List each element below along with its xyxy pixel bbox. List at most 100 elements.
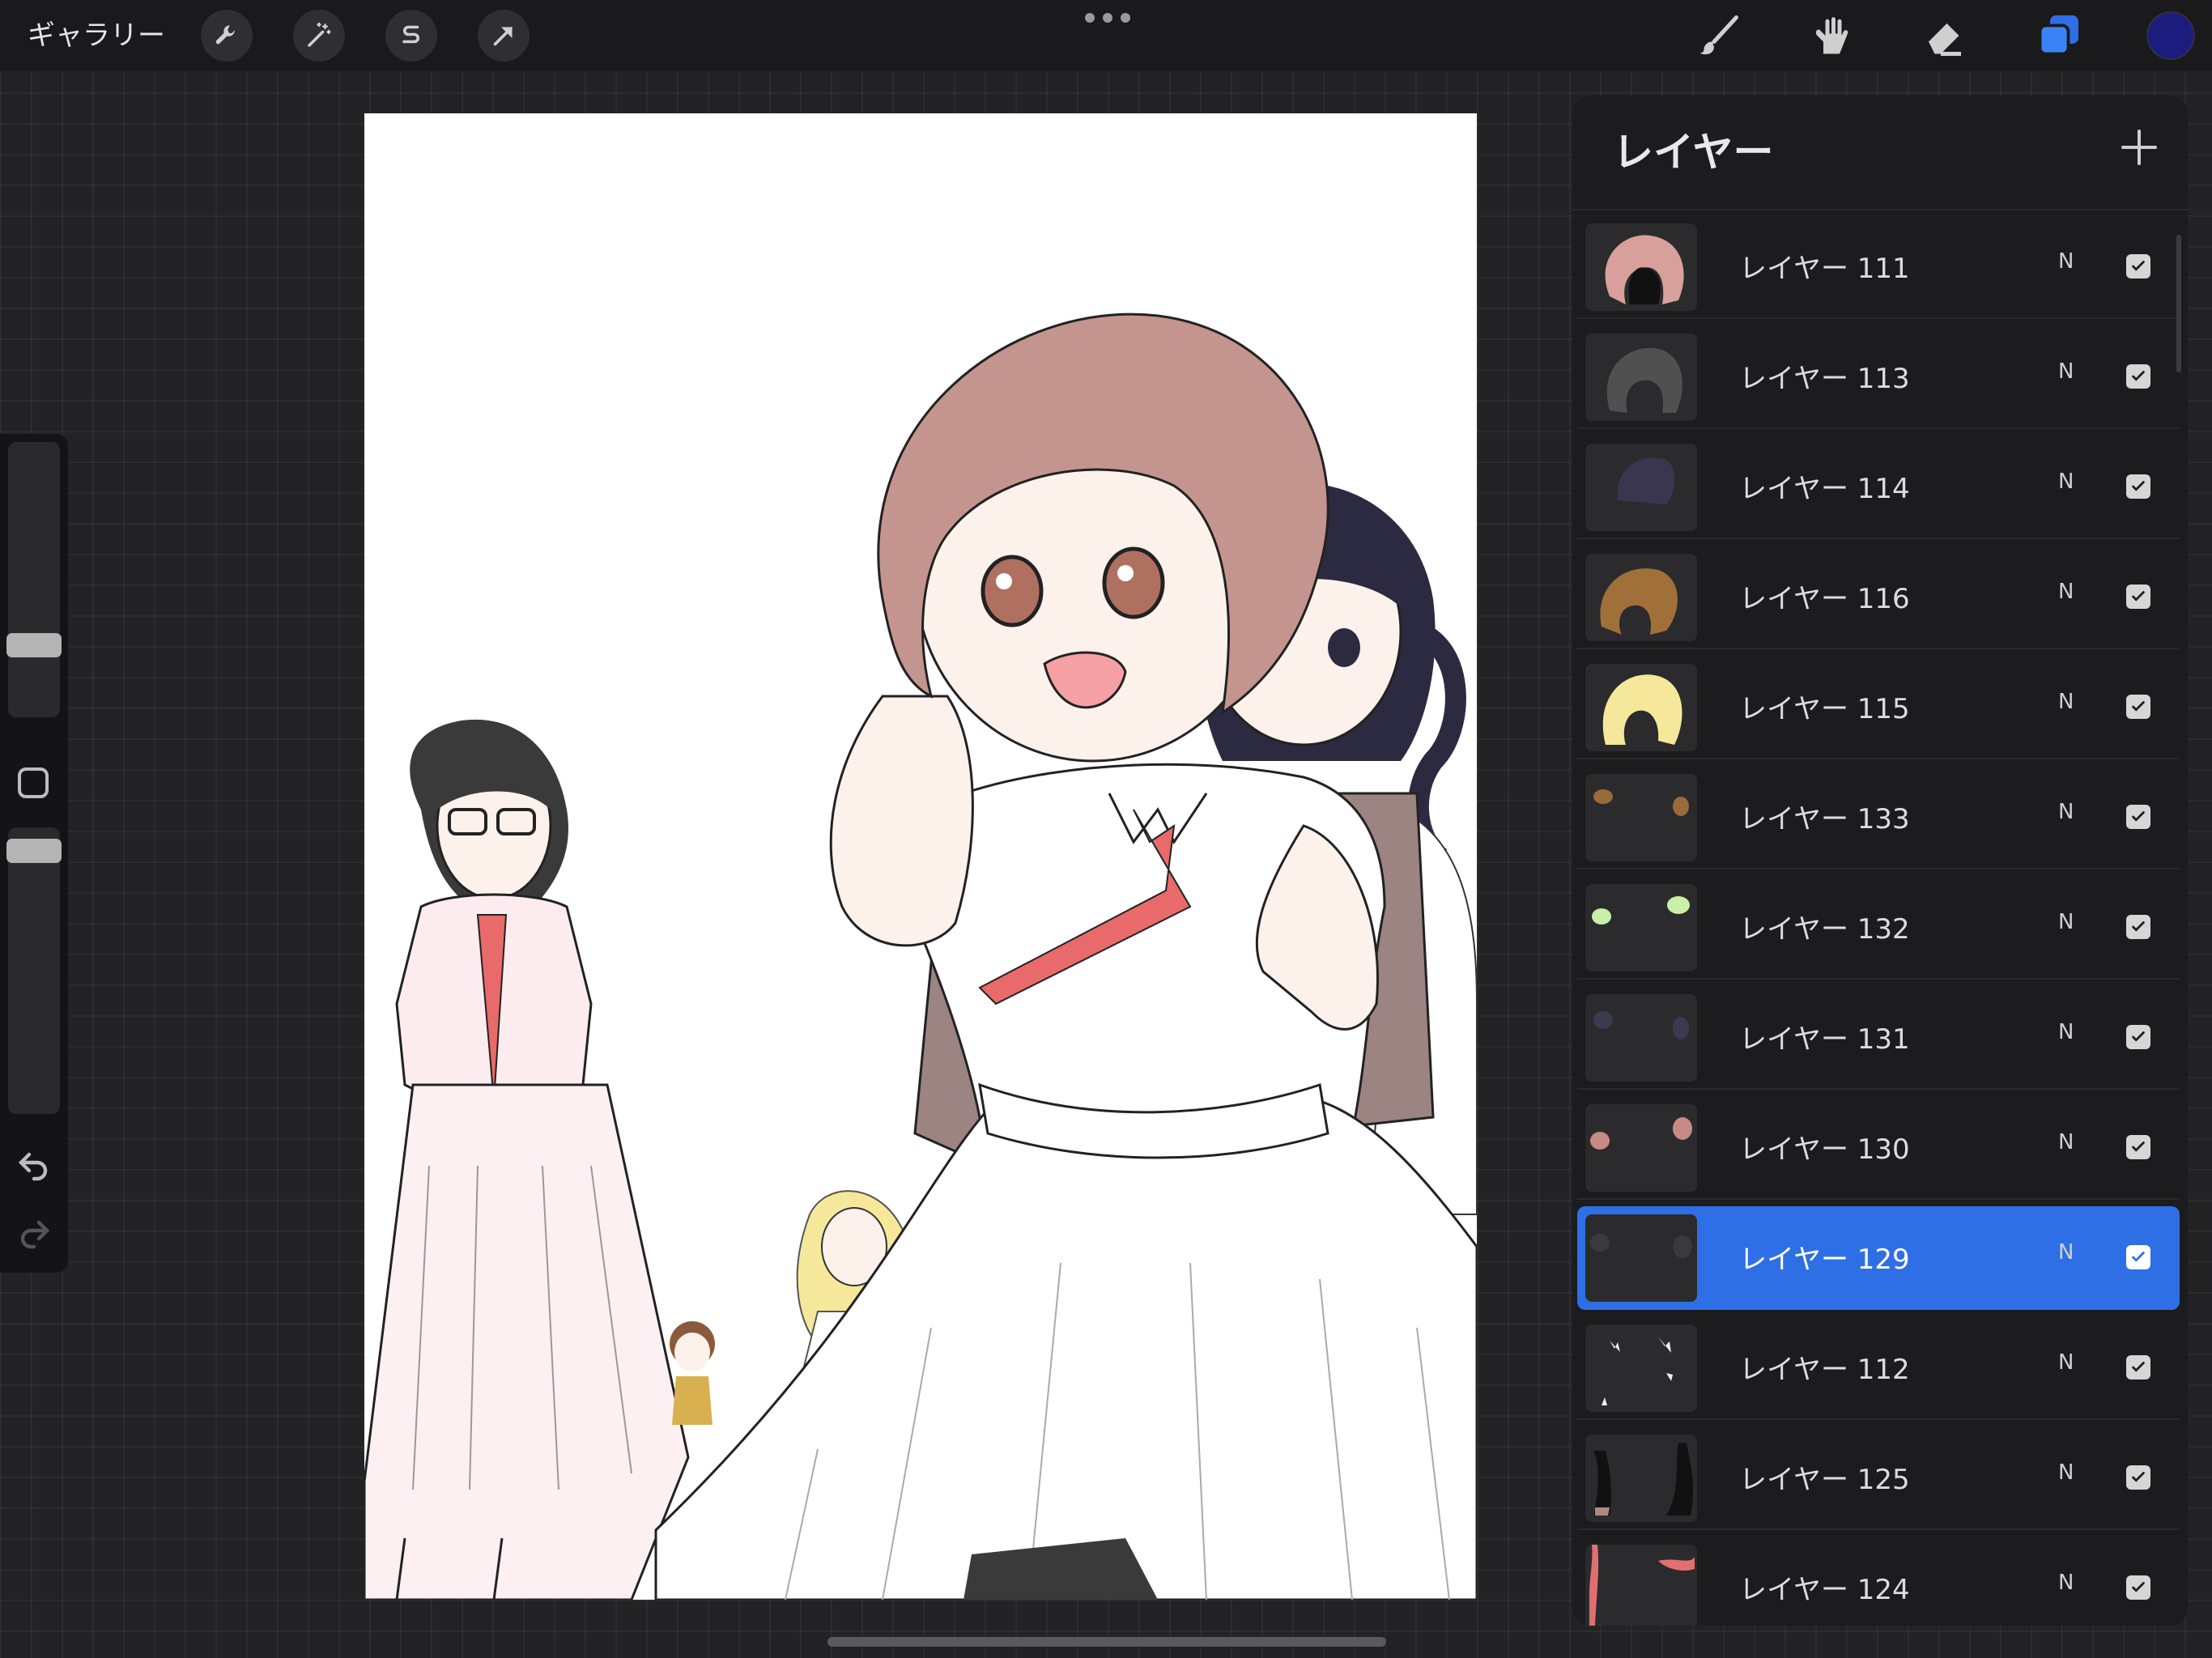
layer-thumbnail[interactable] (1585, 994, 1697, 1082)
layer-thumbnail-image (1592, 896, 1690, 925)
layer-name: レイヤー 115 (1739, 693, 1910, 725)
brush-size-thumb[interactable] (6, 633, 62, 657)
layer-row[interactable]: レイヤー 114 N (1577, 436, 2180, 539)
layer-thumbnail[interactable] (1585, 884, 1697, 971)
redo-icon[interactable] (15, 1213, 53, 1252)
brush-opacity-thumb[interactable] (6, 839, 62, 863)
layer-thumbnail[interactable] (1585, 774, 1697, 861)
layer-row[interactable]: レイヤー 129 N (1577, 1206, 2180, 1310)
layer-thumbnail[interactable] (1585, 334, 1697, 421)
layer-row[interactable]: レイヤー 116 N (1577, 546, 2180, 649)
checkmark-icon (2132, 921, 2145, 932)
blend-mode-button[interactable]: N (2058, 1350, 2074, 1375)
checkmark-icon (2132, 1252, 2145, 1262)
layer-row[interactable]: レイヤー 133 N (1577, 766, 2180, 869)
home-indicator[interactable] (827, 1637, 1386, 1647)
visibility-checkbox[interactable] (2126, 915, 2150, 939)
blend-mode-button[interactable]: N (2058, 690, 2074, 714)
panel-divider (1572, 209, 2188, 210)
blend-mode-button[interactable]: N (2058, 470, 2074, 494)
more-options-icon[interactable] (1085, 13, 1130, 26)
visibility-checkbox[interactable] (2126, 364, 2150, 389)
layer-thumbnail-image (1602, 1337, 1673, 1405)
visibility-checkbox[interactable] (2126, 254, 2150, 278)
layer-thumbnail[interactable] (1585, 664, 1697, 751)
layer-thumbnail-image (1593, 1011, 1689, 1039)
modify-button[interactable] (18, 767, 49, 798)
checkmark-icon (2132, 591, 2145, 602)
blend-mode-button[interactable]: N (2058, 1130, 2074, 1154)
layer-name: レイヤー 114 (1739, 473, 1910, 505)
eraser-icon[interactable] (1921, 11, 1969, 60)
layer-name: レイヤー 125 (1739, 1464, 1910, 1496)
blend-mode-button[interactable]: N (2058, 249, 2074, 274)
layers-scrollbar[interactable] (2176, 235, 2181, 372)
layer-thumbnail[interactable] (1585, 223, 1697, 311)
magic-wand-icon[interactable] (293, 10, 345, 62)
visibility-checkbox[interactable] (2126, 585, 2150, 609)
layers-icon[interactable] (2034, 11, 2082, 60)
visibility-checkbox[interactable] (2126, 1025, 2150, 1049)
blend-mode-button[interactable]: N (2058, 1240, 2074, 1265)
layer-thumbnail[interactable] (1585, 1435, 1697, 1522)
layer-name: レイヤー 129 (1739, 1244, 1910, 1276)
brush-opacity-slider[interactable] (6, 827, 62, 1114)
layer-thumbnail-image (1590, 1234, 1692, 1258)
blend-mode-button[interactable]: N (2058, 359, 2074, 384)
transform-arrow-icon[interactable] (478, 10, 530, 62)
visibility-checkbox[interactable] (2126, 695, 2150, 719)
layer-thumbnail[interactable] (1585, 554, 1697, 641)
layer-name: レイヤー 132 (1739, 913, 1910, 946)
layer-row[interactable]: レイヤー 112 N (1577, 1316, 2180, 1420)
layer-row[interactable]: レイヤー 130 N (1577, 1096, 2180, 1200)
blend-mode-button[interactable]: N (2058, 800, 2074, 824)
layer-thumbnail-image (1600, 568, 1678, 635)
visibility-checkbox[interactable] (2126, 474, 2150, 499)
layer-thumbnail[interactable] (1585, 444, 1697, 531)
blend-mode-button[interactable]: N (2058, 1571, 2074, 1595)
smudge-icon[interactable] (1807, 11, 1856, 60)
layer-thumbnail-image (1590, 1117, 1692, 1150)
wrench-icon[interactable] (201, 10, 253, 62)
layer-row[interactable]: レイヤー 132 N (1577, 876, 2180, 980)
layer-name: レイヤー 111 (1739, 253, 1910, 285)
layer-row[interactable]: レイヤー 115 N (1577, 656, 2180, 759)
checkmark-icon (2132, 1031, 2145, 1042)
checkmark-icon (2132, 701, 2145, 712)
layer-thumbnail-image (1589, 1545, 1695, 1626)
artwork-illustration (364, 312, 1477, 1600)
drawing-canvas[interactable] (364, 113, 1477, 1600)
top-toolbar: ギャラリー (0, 0, 2212, 71)
undo-icon[interactable] (15, 1145, 53, 1184)
layer-row[interactable]: レイヤー 131 N (1577, 986, 2180, 1090)
layer-name: レイヤー 131 (1739, 1023, 1910, 1056)
selection-s-icon[interactable] (385, 10, 437, 62)
checkmark-icon (2132, 261, 2145, 271)
layer-thumbnail-image (1617, 457, 1675, 504)
brush-icon[interactable] (1694, 11, 1742, 60)
blend-mode-button[interactable]: N (2058, 1020, 2074, 1044)
visibility-checkbox[interactable] (2126, 1355, 2150, 1380)
layer-name: レイヤー 113 (1739, 363, 1910, 395)
layer-row[interactable]: レイヤー 113 N (1577, 325, 2180, 429)
layer-thumbnail[interactable] (1585, 1545, 1697, 1626)
visibility-checkbox[interactable] (2126, 1575, 2150, 1600)
blend-mode-button[interactable]: N (2058, 910, 2074, 934)
visibility-checkbox[interactable] (2126, 1465, 2150, 1490)
layer-thumbnail[interactable] (1585, 1214, 1697, 1302)
add-layer-icon[interactable] (2115, 123, 2163, 172)
layer-row[interactable]: レイヤー 124 N (1577, 1537, 2180, 1626)
layer-thumbnail[interactable] (1585, 1324, 1697, 1412)
blend-mode-button[interactable]: N (2058, 580, 2074, 604)
checkmark-icon (2132, 1141, 2145, 1152)
visibility-checkbox[interactable] (2126, 1135, 2150, 1159)
layer-row[interactable]: レイヤー 111 N (1577, 215, 2180, 319)
layer-thumbnail[interactable] (1585, 1104, 1697, 1192)
visibility-checkbox[interactable] (2126, 1245, 2150, 1269)
layer-row[interactable]: レイヤー 125 N (1577, 1426, 2180, 1530)
color-picker-swatch[interactable] (2148, 13, 2193, 58)
blend-mode-button[interactable]: N (2058, 1460, 2074, 1485)
gallery-button[interactable]: ギャラリー (28, 16, 165, 55)
brush-size-slider[interactable] (6, 442, 62, 717)
visibility-checkbox[interactable] (2126, 805, 2150, 829)
